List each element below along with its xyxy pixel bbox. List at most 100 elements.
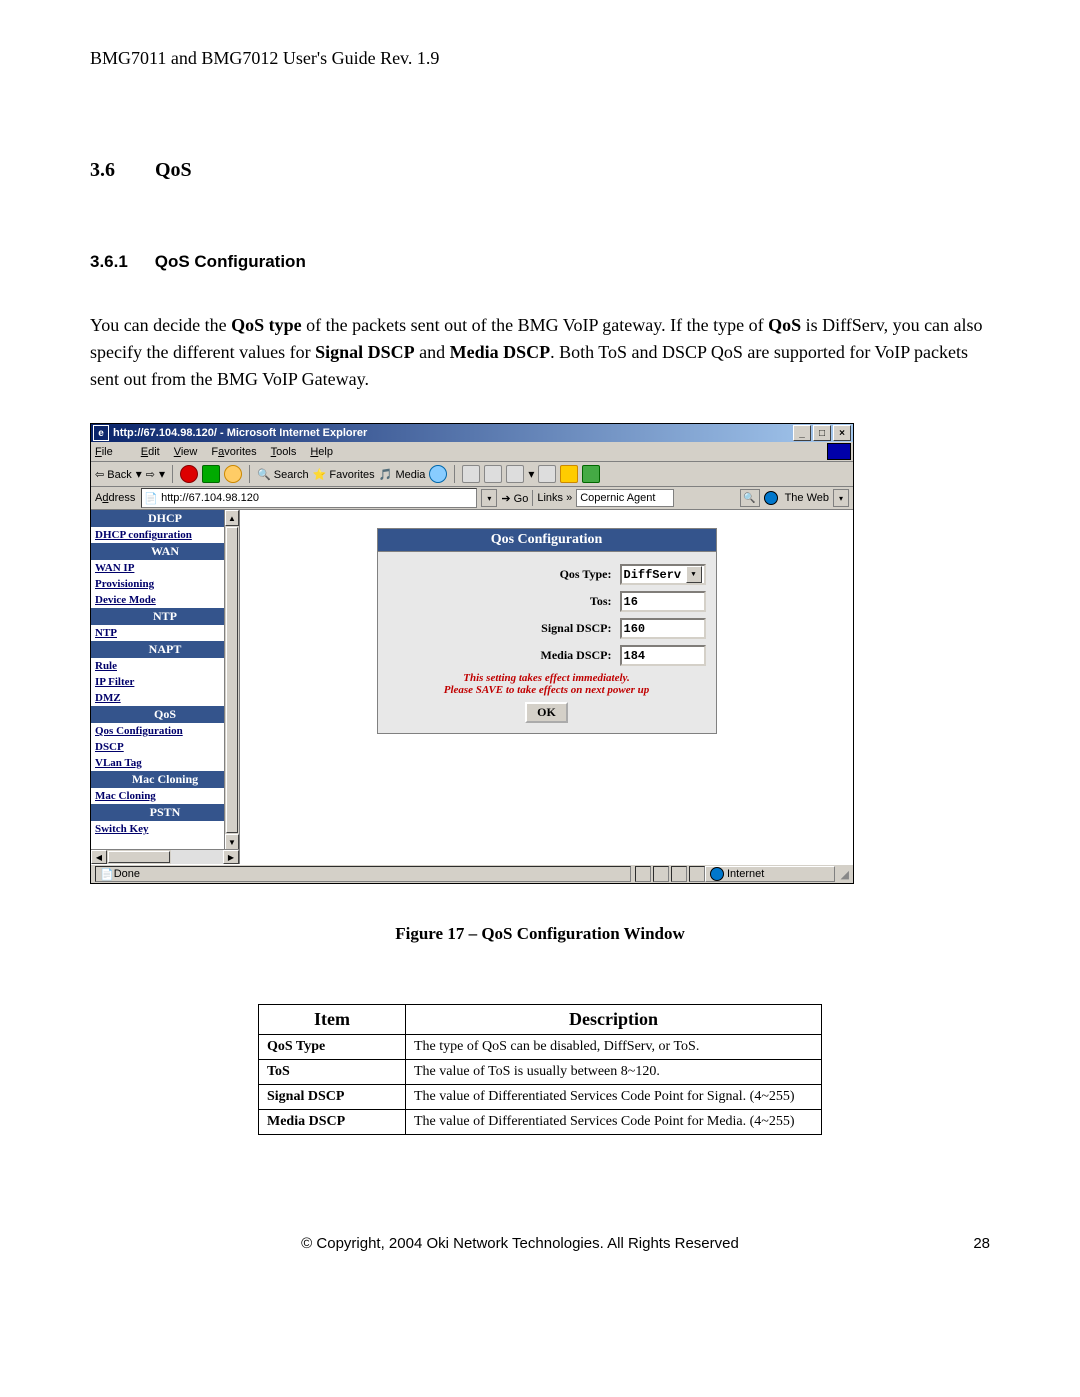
media-dscp-label: Media DSCP:: [541, 648, 612, 663]
back-button[interactable]: ⇦ Back: [95, 468, 132, 481]
text: of the packets sent out of the BMG VoIP …: [302, 315, 768, 335]
warning-line2: Please SAVE to take effects on next powe…: [388, 684, 706, 696]
copernic-agent-input[interactable]: Copernic Agent: [576, 489, 674, 507]
addressbar: Address 📄 http://67.104.98.120 ▾ ➔ Go Li…: [91, 487, 853, 510]
home-icon[interactable]: [224, 465, 242, 483]
resize-grip-icon[interactable]: ◢: [835, 868, 849, 881]
vertical-scrollbar[interactable]: ▲ ▼: [224, 510, 239, 850]
sidebar-link-rule[interactable]: Rule: [91, 658, 239, 674]
scroll-track[interactable]: [171, 850, 223, 864]
scroll-right-icon[interactable]: ▶: [223, 850, 239, 864]
word-dropdown-icon[interactable]: ▾: [528, 467, 534, 481]
address-input[interactable]: 📄 http://67.104.98.120: [141, 488, 477, 508]
media-dscp-input[interactable]: 184: [620, 645, 706, 666]
discuss-icon[interactable]: [538, 465, 556, 483]
scroll-left-icon[interactable]: ◀: [91, 850, 107, 864]
scroll-up-icon[interactable]: ▲: [225, 510, 239, 526]
sidebar-link-provisioning[interactable]: Provisioning: [91, 576, 239, 592]
separator: [249, 465, 250, 483]
go-button[interactable]: ➔ Go: [501, 492, 528, 505]
text-bold: Media DSCP: [450, 342, 551, 362]
menu-tools[interactable]: Tools: [271, 446, 297, 458]
sidebar-link-vlan-tag[interactable]: VLan Tag: [91, 755, 239, 771]
address-value: http://67.104.98.120: [161, 492, 259, 504]
menu-edit[interactable]: Edit: [141, 446, 160, 458]
window-title: http://67.104.98.120/ - Microsoft Intern…: [113, 427, 791, 439]
tos-input[interactable]: 16: [620, 591, 706, 612]
sidebar-link-mac-cloning[interactable]: Mac Cloning: [91, 788, 239, 804]
sidebar-header-mac-cloning: Mac Cloning: [91, 771, 239, 788]
back-dropdown-icon[interactable]: ▾: [136, 467, 142, 481]
section-heading: 3.6 QoS: [90, 159, 990, 182]
page-icon: 📄: [144, 492, 158, 505]
address-dropdown-icon[interactable]: ▾: [481, 489, 497, 507]
subsection-title: QoS Configuration: [155, 252, 306, 271]
scroll-thumb[interactable]: [108, 851, 170, 863]
forward-button[interactable]: ⇨: [146, 468, 155, 481]
theweb-dropdown-icon[interactable]: ▾: [833, 489, 849, 507]
menu-favorites[interactable]: Favorites: [211, 446, 256, 458]
menu-help[interactable]: Help: [310, 446, 333, 458]
menubar: File Edit View Favorites Tools Help: [91, 442, 853, 462]
toolbar: ⇦ Back ▾ ⇨ ▾ 🔍 Search ⭐ Favorites 🎵 Medi…: [91, 462, 853, 487]
sidebar-link-dmz[interactable]: DMZ: [91, 690, 239, 706]
body-paragraph: You can decide the QoS type of the packe…: [90, 312, 990, 393]
sidebar-link-dhcp-config[interactable]: DHCP configuration: [91, 527, 239, 543]
forward-dropdown-icon[interactable]: ▾: [159, 467, 165, 481]
sidebar-link-qos-config[interactable]: Qos Configuration: [91, 723, 239, 739]
table-desc: The value of ToS is usually between 8~12…: [406, 1060, 822, 1085]
statusbar: 📄 Done Internet ◢: [91, 864, 853, 883]
scroll-down-icon[interactable]: ▼: [225, 834, 239, 850]
research-icon[interactable]: [560, 465, 578, 483]
signal-dscp-input[interactable]: 160: [620, 618, 706, 639]
sidebar-header-pstn: PSTN: [91, 804, 239, 821]
content-frame: DHCP DHCP configuration WAN WAN IP Provi…: [91, 510, 853, 864]
messenger-icon[interactable]: [582, 465, 600, 483]
horizontal-scrollbar[interactable]: ◀ ▶: [91, 849, 239, 864]
close-button[interactable]: ×: [833, 425, 851, 441]
sidebar-link-device-mode[interactable]: Device Mode: [91, 592, 239, 608]
table-item: ToS: [259, 1060, 406, 1085]
minimize-button[interactable]: _: [793, 425, 811, 441]
history-icon[interactable]: [429, 465, 447, 483]
search-button[interactable]: 🔍 Search: [257, 468, 309, 481]
search-icon[interactable]: 🔍: [740, 489, 760, 507]
qos-type-value: DiffServ: [624, 568, 682, 582]
tos-label: Tos:: [590, 594, 612, 609]
table-row: ToS The value of ToS is usually between …: [259, 1060, 822, 1085]
sidebar-link-ip-filter[interactable]: IP Filter: [91, 674, 239, 690]
menu-file[interactable]: File: [95, 446, 127, 458]
word-icon[interactable]: [506, 465, 524, 483]
media-button[interactable]: 🎵 Media: [379, 468, 426, 481]
sidebar-header-wan: WAN: [91, 543, 239, 560]
print-icon[interactable]: [484, 465, 502, 483]
stop-icon[interactable]: [180, 465, 198, 483]
sidebar-link-dscp[interactable]: DSCP: [91, 739, 239, 755]
favorites-button[interactable]: ⭐ Favorites: [313, 468, 375, 481]
doc-header: BMG7011 and BMG7012 User's Guide Rev. 1.…: [90, 48, 990, 69]
sidebar-link-wan-ip[interactable]: WAN IP: [91, 560, 239, 576]
sidebar-link-ntp[interactable]: NTP: [91, 625, 239, 641]
table-row: QoS Type The type of QoS can be disabled…: [259, 1035, 822, 1060]
status-cell: [635, 866, 651, 882]
sidebar: DHCP DHCP configuration WAN WAN IP Provi…: [91, 510, 240, 864]
main-content: Qos Configuration Qos Type: DiffServ ▼ T…: [240, 510, 853, 864]
globe-icon: [764, 491, 778, 505]
theweb-label[interactable]: The Web: [785, 492, 829, 504]
table-desc: The value of Differentiated Services Cod…: [406, 1085, 822, 1110]
warning-text: This setting takes effect immediately. P…: [388, 672, 706, 696]
scroll-thumb[interactable]: [226, 527, 238, 833]
refresh-icon[interactable]: [202, 465, 220, 483]
maximize-button[interactable]: □: [813, 425, 831, 441]
sidebar-link-switch-key[interactable]: Switch Key: [91, 821, 239, 837]
menu-view[interactable]: View: [174, 446, 198, 458]
links-label[interactable]: Links »: [537, 492, 572, 504]
panel-title: Qos Configuration: [377, 528, 717, 552]
qos-type-select[interactable]: DiffServ ▼: [620, 564, 706, 585]
chevron-down-icon[interactable]: ▼: [686, 566, 702, 583]
page-footer: © Copyright, 2004 Oki Network Technologi…: [90, 1235, 990, 1252]
table-header-item: Item: [259, 1005, 406, 1035]
mail-icon[interactable]: [462, 465, 480, 483]
ok-button[interactable]: OK: [525, 702, 568, 723]
table-row: Media DSCP The value of Differentiated S…: [259, 1110, 822, 1135]
